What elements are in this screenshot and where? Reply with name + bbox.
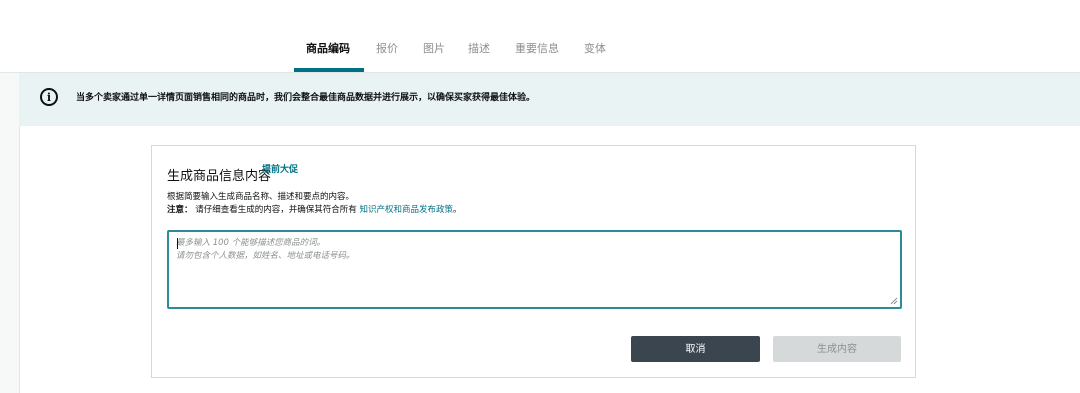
tab-description[interactable]: 描述 bbox=[468, 40, 490, 56]
card-title-tag: 提前大促 bbox=[262, 165, 299, 175]
card-note: 注意： 请仔细查看生成的内容，并确保其符合所有 知识产权和商品发布政策。 bbox=[167, 203, 461, 215]
generate-content-button[interactable]: 生成内容 bbox=[773, 336, 901, 362]
card-title: 生成商品信息内容 bbox=[167, 169, 272, 184]
cancel-button[interactable]: 取消 bbox=[631, 336, 760, 362]
content-input-textarea[interactable]: 最多输入 100 个能够描述您商品的词。 请勿包含个人数据，如姓名、地址或电话号… bbox=[167, 230, 902, 309]
tab-images[interactable]: 图片 bbox=[423, 40, 445, 56]
info-banner-text: 当多个卖家通过单一详情页面销售相同的商品时，我们会整合最佳商品数据并进行展示，以… bbox=[76, 93, 536, 103]
info-banner: i 当多个卖家通过单一详情页面销售相同的商品时，我们会整合最佳商品数据并进行展示… bbox=[19, 73, 1080, 126]
card-description: 根据简要输入生成商品名称、描述和要点的内容。 bbox=[167, 192, 355, 202]
tab-bar: 商品编码 报价 图片 描述 重要信息 变体 bbox=[0, 0, 1080, 73]
text-cursor bbox=[177, 238, 178, 249]
tab-offer[interactable]: 报价 bbox=[376, 40, 398, 56]
tab-product-id[interactable]: 商品编码 bbox=[306, 40, 350, 56]
policy-link[interactable]: 知识产权和商品发布政策 bbox=[359, 205, 453, 215]
note-end: 。 bbox=[452, 205, 462, 215]
note-text: 请仔细查看生成的内容，并确保其符合所有 bbox=[195, 205, 357, 215]
tab-important-info[interactable]: 重要信息 bbox=[515, 40, 559, 56]
resize-handle-icon[interactable] bbox=[890, 297, 898, 305]
info-icon: i bbox=[40, 88, 58, 106]
tab-variations[interactable]: 变体 bbox=[584, 40, 606, 56]
placeholder-line-2: 请勿包含个人数据，如姓名、地址或电话号码。 bbox=[176, 251, 355, 261]
note-label: 注意： bbox=[167, 205, 193, 215]
active-tab-indicator bbox=[294, 68, 364, 72]
generate-content-card: 生成商品信息内容 提前大促 根据简要输入生成商品名称、描述和要点的内容。 注意：… bbox=[151, 145, 916, 378]
placeholder-line-1: 最多输入 100 个能够描述您商品的词。 bbox=[176, 238, 326, 248]
